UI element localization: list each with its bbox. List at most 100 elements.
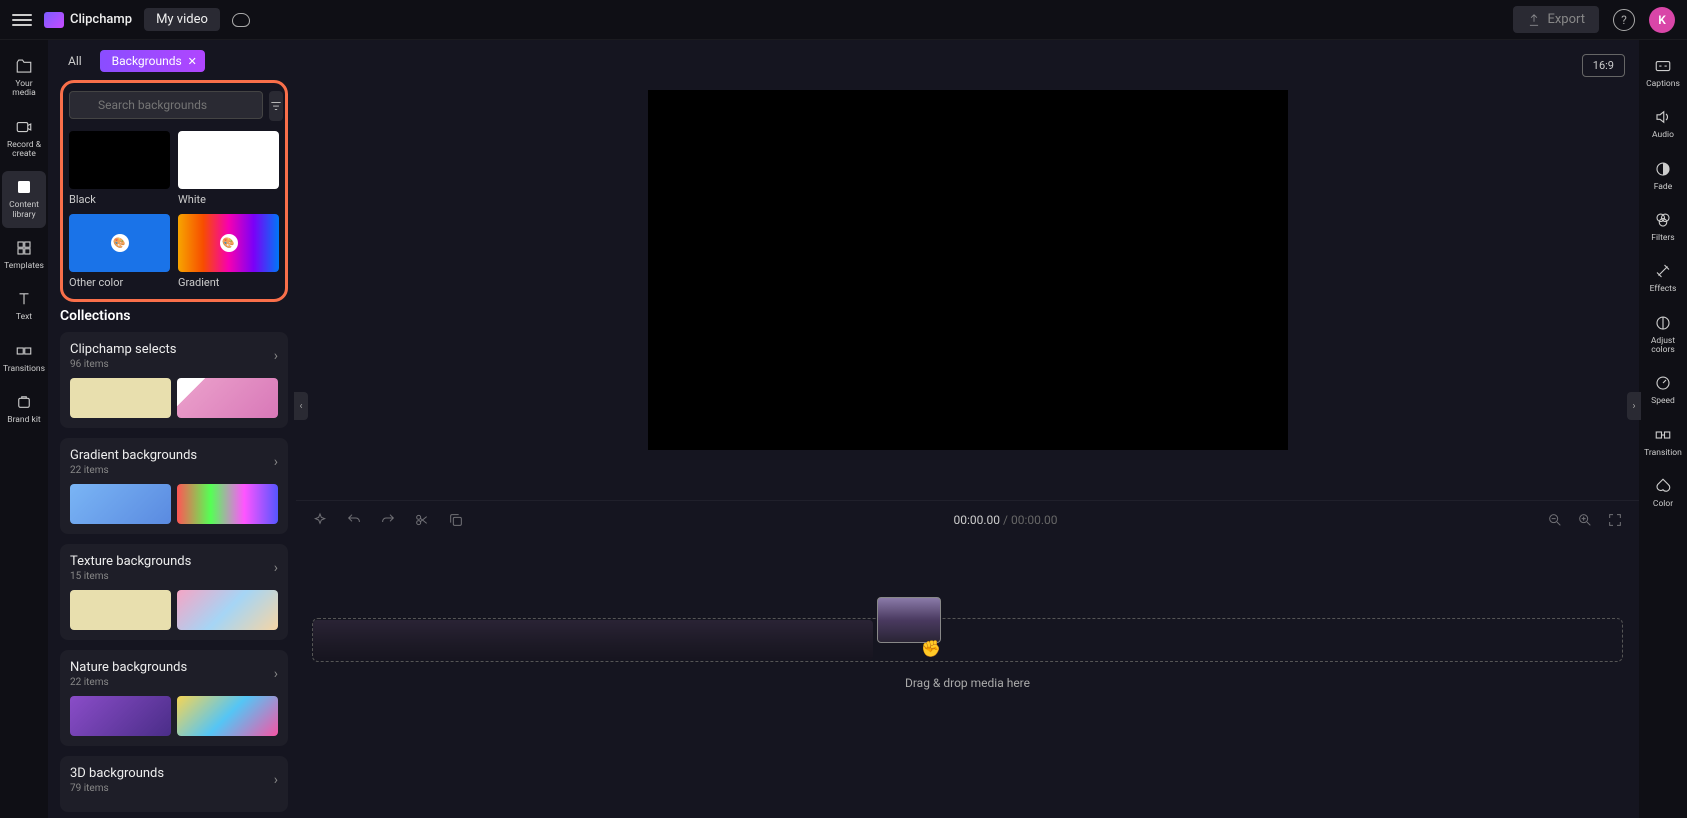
collection-title: Nature backgrounds xyxy=(70,660,187,675)
prop-audio[interactable]: Audio xyxy=(1641,101,1685,148)
search-input[interactable] xyxy=(69,91,263,119)
swatch-other-color[interactable]: 🎨 Other color xyxy=(69,214,170,289)
nav-record-create[interactable]: Record & create xyxy=(2,111,46,168)
prop-color[interactable]: Color xyxy=(1641,470,1685,517)
collapse-panel-button[interactable]: ‹ xyxy=(294,392,308,420)
redo-button[interactable] xyxy=(380,512,396,528)
collection-card[interactable]: Gradient backgrounds 22 items › xyxy=(60,438,288,534)
nav-text[interactable]: Text xyxy=(2,283,46,330)
fade-icon xyxy=(1653,159,1673,179)
captions-icon xyxy=(1653,56,1673,76)
swatch-black[interactable]: Black xyxy=(69,131,170,206)
record-icon xyxy=(14,117,34,137)
undo-button[interactable] xyxy=(346,512,362,528)
prop-filters[interactable]: Filters xyxy=(1641,204,1685,251)
tab-backgrounds[interactable]: Backgrounds ✕ xyxy=(100,50,205,72)
text-icon xyxy=(14,289,34,309)
preview-canvas[interactable] xyxy=(648,90,1288,450)
transitions-icon xyxy=(14,341,34,361)
collection-title: Clipchamp selects xyxy=(70,342,176,357)
highlighted-region: Black White 🎨 Other color 🎨 Gradient xyxy=(60,80,288,302)
fit-button[interactable] xyxy=(1607,512,1623,528)
collection-title: 3D backgrounds xyxy=(70,766,164,781)
background-swatches: Black White 🎨 Other color 🎨 Gradient xyxy=(69,131,279,289)
zoom-out-button[interactable] xyxy=(1547,512,1563,528)
chevron-right-icon: › xyxy=(274,666,278,682)
library-icon xyxy=(14,177,34,197)
right-properties-rail: Captions Audio Fade Filters Effects Adju… xyxy=(1639,40,1687,818)
collection-card[interactable]: Nature backgrounds 22 items › xyxy=(60,650,288,746)
copy-button[interactable] xyxy=(448,512,464,528)
collection-card[interactable]: 3D backgrounds 79 items › xyxy=(60,756,288,812)
zoom-in-button[interactable] xyxy=(1577,512,1593,528)
panel-tabs: All Backgrounds ✕ xyxy=(60,40,288,80)
left-nav-rail: Your media Record & create Content libra… xyxy=(0,40,48,818)
filters-icon xyxy=(1653,210,1673,230)
app-logo[interactable]: Clipchamp xyxy=(44,12,132,28)
folder-icon xyxy=(14,56,34,76)
nav-transitions[interactable]: Transitions xyxy=(2,335,46,382)
collapse-right-button[interactable]: › xyxy=(1627,392,1641,420)
prop-captions[interactable]: Captions xyxy=(1641,50,1685,97)
adjust-icon xyxy=(1653,313,1673,333)
chevron-right-icon: › xyxy=(274,348,278,364)
collection-title: Gradient backgrounds xyxy=(70,448,197,463)
speaker-icon xyxy=(1653,107,1673,127)
timeline-toolbar: 00:00.00 / 00:00.00 xyxy=(296,500,1639,538)
app-name: Clipchamp xyxy=(70,12,132,27)
tab-all[interactable]: All xyxy=(60,50,90,72)
logo-icon xyxy=(44,12,64,28)
export-button[interactable]: Export xyxy=(1513,6,1599,33)
prop-fade[interactable]: Fade xyxy=(1641,153,1685,200)
timeline-track[interactable]: ✊ xyxy=(312,618,1623,662)
help-button[interactable]: ? xyxy=(1613,9,1635,31)
nav-content-library[interactable]: Content library xyxy=(2,171,46,228)
collection-count: 22 items xyxy=(70,677,187,688)
nav-templates[interactable]: Templates xyxy=(2,232,46,279)
dragging-media-thumb[interactable] xyxy=(877,597,941,643)
export-label: Export xyxy=(1547,12,1585,27)
timeline[interactable]: ✊ Drag & drop media here xyxy=(296,538,1639,818)
drop-hint: Drag & drop media here xyxy=(312,676,1623,690)
chevron-right-icon: › xyxy=(274,454,278,470)
preview-zone: 16:9 xyxy=(296,40,1639,500)
collection-card[interactable]: Texture backgrounds 15 items › xyxy=(60,544,288,640)
collection-thumbs xyxy=(70,696,278,736)
collection-count: 15 items xyxy=(70,571,191,582)
drag-cursor-icon: ✊ xyxy=(921,639,941,658)
nav-brand-kit[interactable]: Brand kit xyxy=(2,386,46,433)
collections-heading: Collections xyxy=(60,308,288,324)
collection-count: 79 items xyxy=(70,783,164,794)
collection-count: 96 items xyxy=(70,359,176,370)
prop-speed[interactable]: Speed xyxy=(1641,367,1685,414)
collection-count: 22 items xyxy=(70,465,197,476)
prop-adjust-colors[interactable]: Adjust colors xyxy=(1641,307,1685,364)
user-avatar[interactable]: K xyxy=(1649,7,1675,33)
color-icon xyxy=(1653,476,1673,496)
prop-effects[interactable]: Effects xyxy=(1641,255,1685,302)
chevron-right-icon: › xyxy=(274,560,278,576)
transition-icon xyxy=(1653,425,1673,445)
swatch-white[interactable]: White xyxy=(178,131,279,206)
palette-icon: 🎨 xyxy=(220,234,238,252)
nav-your-media[interactable]: Your media xyxy=(2,50,46,107)
templates-icon xyxy=(14,238,34,258)
menu-button[interactable] xyxy=(12,10,32,30)
cloud-sync-icon[interactable] xyxy=(232,13,250,27)
brand-kit-icon xyxy=(14,392,34,412)
swatch-gradient[interactable]: 🎨 Gradient xyxy=(178,214,279,289)
ai-sparkle-icon[interactable] xyxy=(312,512,328,528)
close-icon[interactable]: ✕ xyxy=(188,55,197,68)
filter-button[interactable] xyxy=(269,91,283,121)
palette-icon: 🎨 xyxy=(111,234,129,252)
project-title[interactable]: My video xyxy=(144,8,220,31)
ghost-clip-preview xyxy=(313,620,873,660)
collection-thumbs xyxy=(70,484,278,524)
aspect-ratio-button[interactable]: 16:9 xyxy=(1582,54,1625,77)
collection-card[interactable]: Clipchamp selects 96 items › xyxy=(60,332,288,428)
collection-title: Texture backgrounds xyxy=(70,554,191,569)
chevron-right-icon: › xyxy=(274,772,278,788)
split-button[interactable] xyxy=(414,512,430,528)
prop-transition[interactable]: Transition xyxy=(1641,419,1685,466)
content-panel: All Backgrounds ✕ Black White xyxy=(48,40,296,818)
